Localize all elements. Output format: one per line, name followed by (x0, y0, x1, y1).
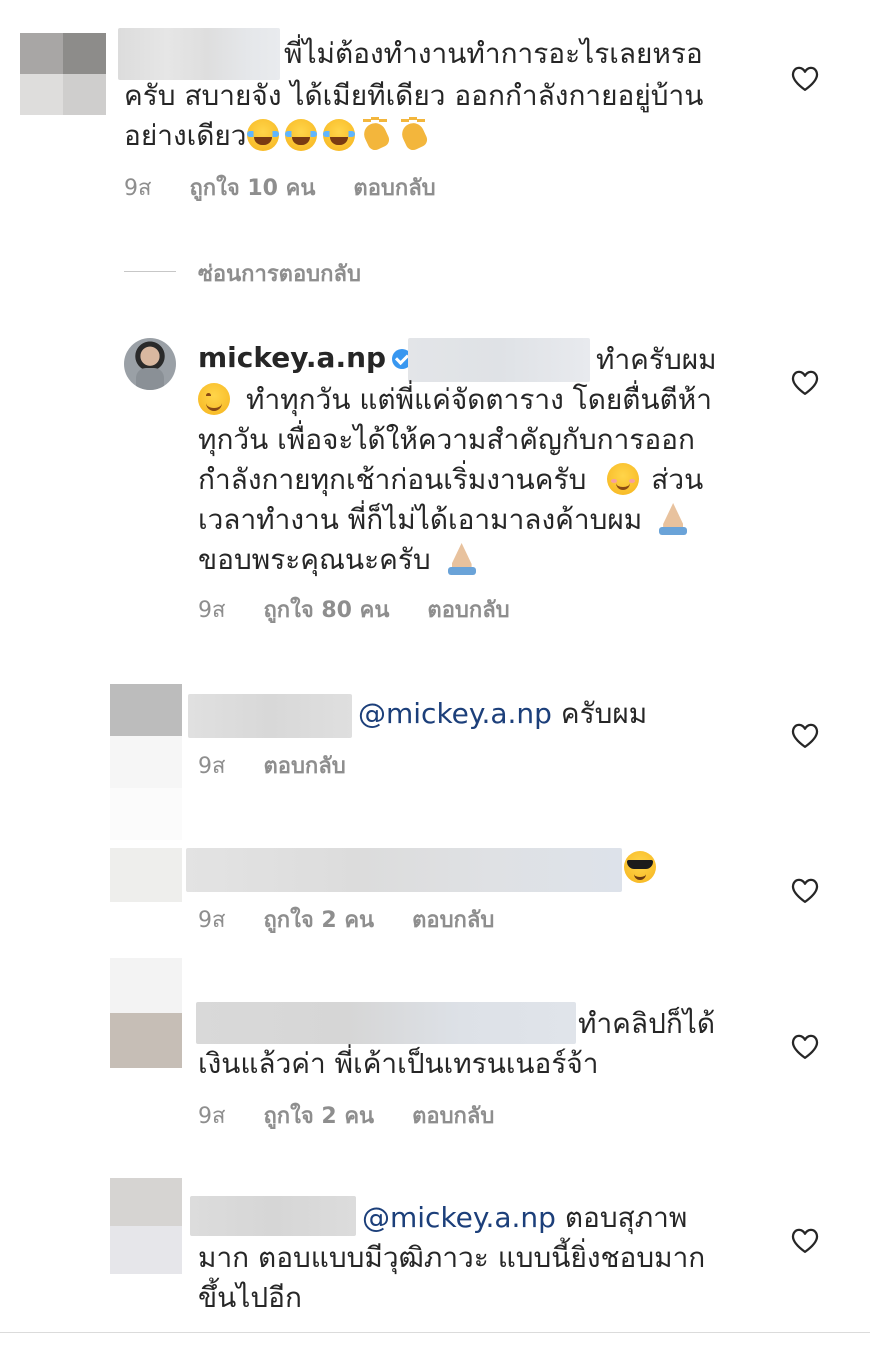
comment-text (624, 848, 662, 888)
sunglasses-face-emoji-icon (624, 851, 656, 883)
comment-text: ขอบพระคุณนะครับ (198, 540, 484, 580)
comment-text: ขึ้นไปอีก (198, 1281, 302, 1314)
relieved-face-emoji-icon (607, 463, 640, 495)
heart-icon[interactable] (790, 64, 820, 92)
avatar[interactable] (110, 958, 182, 1068)
comment-text-segment: กำลังกายทุกเช้าก่อนเริ่มงานครับ (198, 463, 587, 496)
comment-text: พี่ไม่ต้องทำงานทำการอะไรเลยหรอ (284, 37, 703, 70)
comment-text-segment: ทำทุกวัน แต่พี่แค่จัดตาราง โดยตื่นตีห้า (246, 383, 712, 416)
folded-hands-emoji-icon (446, 543, 478, 575)
comment-meta: 9ส ถูกใจ 10 คน ตอบกลับ (124, 172, 474, 202)
reply-button[interactable]: ตอบกลับ (412, 902, 494, 937)
comment-meta: 9ส ตอบกลับ (198, 750, 384, 780)
comment-text: เวลาทำงาน พี่ก็ไม่ได้เอามาลงค้าบผม (198, 500, 695, 540)
divider-line (124, 271, 176, 272)
comment-text-segment: ตอบสุภาพ (564, 1201, 688, 1234)
comment-text-segment: ส่วน (651, 463, 704, 496)
timestamp: 9ส (198, 597, 226, 623)
comment-text: ครับ สบายจัง ได้เมียทีเดียว ออกกำลังกายอ… (124, 79, 704, 112)
clapping-hands-emoji-icon (399, 119, 431, 151)
likes-count[interactable]: ถูกใจ 2 คน (263, 1098, 374, 1133)
username-redacted[interactable] (196, 1002, 576, 1044)
heart-icon[interactable] (790, 368, 820, 396)
reply-button[interactable]: ตอบกลับ (427, 592, 509, 627)
comment-text-segment: อย่างเดียว (124, 119, 247, 152)
comment-text-segment: ขอบพระคุณนะครับ (198, 543, 431, 576)
timestamp: 9ส (124, 175, 152, 201)
comment-text: ทำครับผม (596, 343, 717, 376)
avatar[interactable] (110, 1178, 182, 1274)
comment-text: ทำคลิปก็ได้ (578, 1007, 716, 1040)
avatar[interactable] (110, 684, 182, 840)
laughing-emoji-icon (284, 119, 317, 151)
timestamp: 9ส (198, 753, 226, 779)
comment-text: ทุกวัน เพื่อจะได้ให้ความสำคัญกับการออก (198, 423, 695, 456)
comment-text: @mickey.a.np ครับผม (358, 694, 647, 734)
comment-header: mickey.a.np (198, 338, 413, 378)
heart-icon[interactable] (790, 876, 820, 904)
likes-count[interactable]: ถูกใจ 2 คน (263, 902, 374, 937)
heart-icon[interactable] (790, 1032, 820, 1060)
laughing-emoji-icon (322, 119, 355, 151)
reply-button[interactable]: ตอบกลับ (412, 1098, 494, 1133)
comment-text-segment: เวลาทำงาน พี่ก็ไม่ได้เอามาลงค้าบผม (198, 503, 643, 536)
likes-count[interactable]: ถูกใจ 10 คน (189, 170, 315, 205)
avatar[interactable] (20, 33, 106, 115)
username-redacted[interactable] (118, 28, 280, 80)
folded-hands-emoji-icon (657, 503, 689, 535)
avatar[interactable] (124, 338, 176, 390)
username-redacted[interactable] (190, 1196, 356, 1236)
reply-button[interactable]: ตอบกลับ (353, 170, 435, 205)
comment-text-segment: ครับผม (560, 697, 648, 730)
timestamp: 9ส (198, 1103, 226, 1129)
comment-meta: 9ส ถูกใจ 2 คน ตอบกลับ (198, 904, 532, 934)
comment-text: กำลังกายทุกเช้าก่อนเริ่มงานครับ ส่วน (198, 460, 703, 500)
avatar[interactable] (110, 848, 182, 902)
comment-text: @mickey.a.np ตอบสุภาพ (362, 1198, 687, 1238)
username-redacted[interactable] (188, 694, 352, 738)
comment-text: เงินแล้วค่า พี่เค้าเป็นเทรนเนอร์จ้า (198, 1047, 599, 1080)
username-redacted[interactable] (186, 848, 622, 892)
clapping-hands-emoji-icon (361, 119, 393, 151)
mention-link[interactable]: @mickey.a.np (358, 697, 552, 730)
timestamp: 9ส (198, 907, 226, 933)
heart-icon[interactable] (790, 1226, 820, 1254)
smiling-face-emoji-icon (198, 383, 230, 415)
mention-link[interactable]: @mickey.a.np (362, 1201, 556, 1234)
laughing-emoji-icon (246, 119, 279, 151)
username-link[interactable]: mickey.a.np (198, 341, 386, 374)
username-redacted[interactable] (408, 338, 590, 382)
reply-button[interactable]: ตอบกลับ (263, 748, 345, 783)
comment-meta: 9ส ถูกใจ 2 คน ตอบกลับ (198, 1100, 532, 1130)
comment-text: อย่างเดียว (124, 116, 437, 156)
comment-meta: 9ส ถูกใจ 80 คน ตอบกลับ (198, 594, 548, 624)
divider-line (0, 1332, 870, 1333)
comment-text: มาก ตอบแบบมีวุฒิภาวะ แบบนี้ยิ่งชอบมาก (198, 1241, 706, 1274)
comment-text: ทำทุกวัน แต่พี่แค่จัดตาราง โดยตื่นตีห้า (198, 380, 712, 420)
hide-replies-button[interactable]: ซ่อนการตอบกลับ (198, 256, 361, 291)
likes-count[interactable]: ถูกใจ 80 คน (263, 592, 389, 627)
heart-icon[interactable] (790, 721, 820, 749)
